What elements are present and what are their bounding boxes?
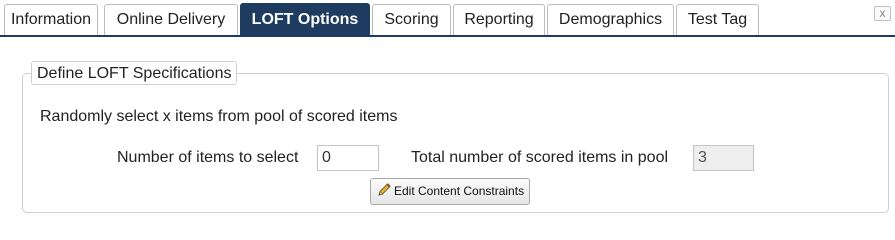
- total-scored-items-field: [693, 145, 754, 171]
- tab-reporting[interactable]: Reporting: [453, 4, 545, 35]
- pencil-icon: [378, 183, 391, 196]
- tab-bar: Information Online Delivery LOFT Options…: [0, 0, 895, 37]
- tab-online-delivery[interactable]: Online Delivery: [104, 4, 238, 35]
- tab-content: Define LOFT Specifications Randomly sele…: [0, 37, 895, 220]
- tab-loft-options[interactable]: LOFT Options: [240, 3, 370, 37]
- edit-content-constraints-button[interactable]: Edit Content Constraints: [370, 178, 530, 205]
- total-scored-items-label: Total number of scored items in pool: [411, 149, 669, 166]
- tab-demographics[interactable]: Demographics: [547, 4, 674, 35]
- items-to-select-label: Number of items to select: [117, 149, 299, 166]
- loft-options-panel: Information Online Delivery LOFT Options…: [0, 0, 895, 220]
- fieldset-legend: Define LOFT Specifications: [31, 61, 238, 85]
- tab-scoring[interactable]: Scoring: [372, 4, 451, 35]
- tab-test-tag[interactable]: Test Tag: [676, 4, 759, 35]
- selection-description: Randomly select x items from pool of sco…: [40, 108, 398, 125]
- items-to-select-input[interactable]: [317, 145, 379, 171]
- edit-button-label: Edit Content Constraints: [394, 184, 525, 198]
- tab-information[interactable]: Information: [4, 4, 98, 35]
- close-icon[interactable]: x: [874, 6, 891, 21]
